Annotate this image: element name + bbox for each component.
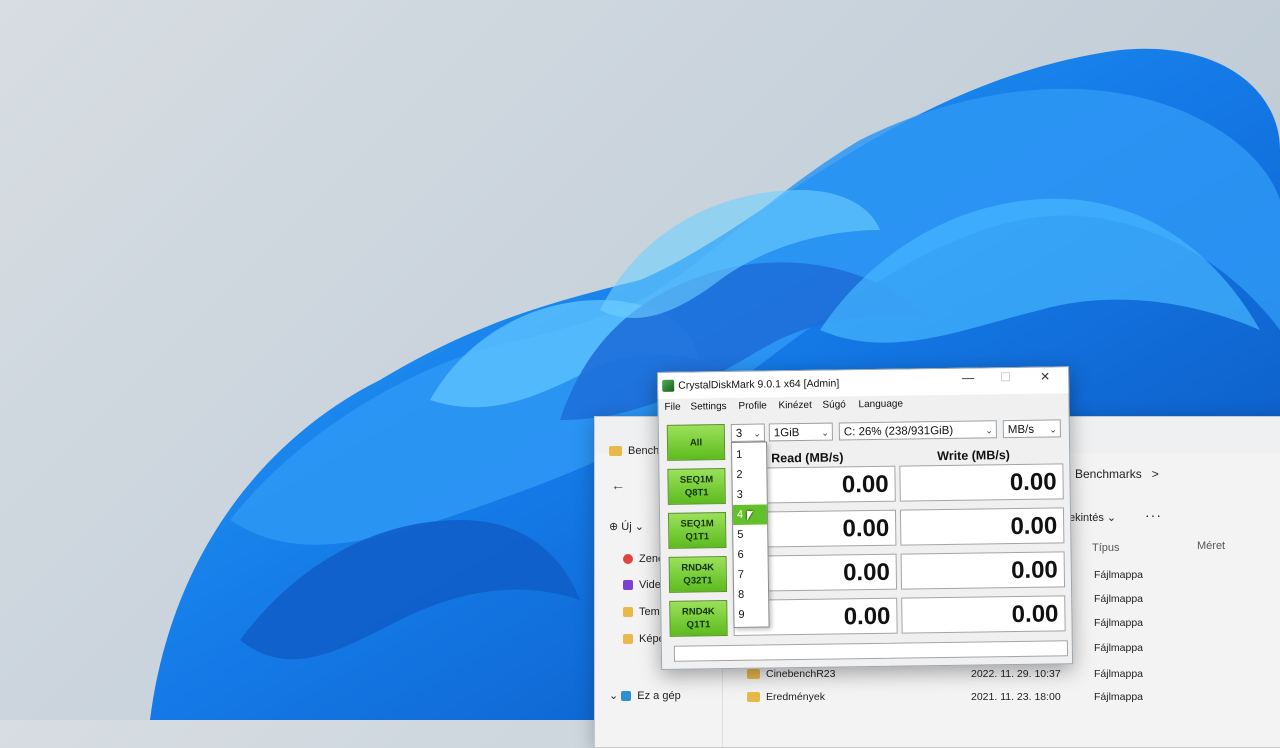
window-title: CrystalDiskMark 9.0.1 x64 [Admin] [678, 377, 840, 392]
test-label-line1: RND4K [681, 562, 715, 574]
drive-value: C: 26% (238/931GiB) [843, 424, 954, 439]
breadcrumb[interactable]: Benchmarks > [1075, 467, 1159, 481]
sidebar-item-this-pc[interactable]: ⌄ Ez a gép [609, 689, 681, 702]
all-button-label: All [689, 436, 703, 449]
write-header: Write (MB/s) [937, 448, 1010, 464]
new-button-label: Új [621, 521, 632, 533]
write-result-rnd4k-q1t1: 0.00 [901, 595, 1066, 634]
type-cell: Fájlmappa [1094, 593, 1144, 605]
new-button[interactable]: ⊕ Új ⌄ [609, 520, 644, 533]
chevron-down-icon: ⌄ [609, 690, 622, 702]
folder-icon [747, 692, 760, 703]
all-button[interactable]: All [666, 424, 726, 461]
type-cell: Fájlmappa [1094, 617, 1144, 629]
table-row[interactable]: Eredmények 2021. 11. 23. 18:00 Fájlmappa [747, 691, 1280, 703]
video-icon [623, 580, 633, 591]
seq1m-q8t1-button[interactable]: SEQ1M Q8T1 [667, 468, 726, 505]
sidebar-item-label: Vide [639, 579, 661, 591]
chevron-down-icon: ⌄ [985, 425, 993, 436]
music-icon [623, 554, 633, 565]
test-label-line1: SEQ1M [680, 518, 714, 530]
chevron-down-icon: ⌄ [821, 427, 829, 438]
unit-select[interactable]: MB/s ⌄ [1002, 419, 1061, 439]
test-label-line1: RND4K [681, 606, 715, 618]
seq1m-q1t1-button[interactable]: SEQ1M Q1T1 [667, 512, 727, 549]
view-button-label: ekintés [1069, 512, 1104, 524]
test-label-line1: SEQ1M [679, 474, 714, 486]
menu-theme[interactable]: Kinézet [778, 400, 812, 411]
unit-value: MB/s [1007, 423, 1035, 437]
test-count-dropdown-list[interactable]: 1 2 3 4 5 6 7 8 9 [730, 441, 770, 628]
folder-icon [747, 669, 760, 680]
test-label-line2: Q32T1 [683, 575, 713, 587]
menu-profile[interactable]: Profile [738, 400, 767, 411]
chevron-down-icon: ⌄ [1049, 424, 1057, 435]
view-button[interactable]: ekintés ⌄ [1069, 511, 1116, 524]
test-size-value: 1GiB [773, 427, 800, 440]
file-type: Fájlmappa [1094, 691, 1144, 703]
column-header-size[interactable]: Méret [1197, 540, 1225, 552]
sidebar-item-label: Ez a gép [637, 690, 681, 702]
sidebar-item-videos[interactable]: Vide [623, 579, 661, 591]
mouse-cursor-icon [747, 511, 753, 521]
file-date: 2021. 11. 23. 18:00 [971, 691, 1061, 703]
write-result-seq1m-q8t1: 0.00 [899, 463, 1064, 502]
dropdown-option[interactable]: 5 [733, 524, 767, 544]
app-icon [662, 379, 675, 392]
sidebar-item-label: Tem [639, 606, 660, 618]
dropdown-option[interactable]: 7 [734, 564, 768, 584]
table-row[interactable]: CinebenchR23 2022. 11. 29. 10:37 Fájlmap… [747, 668, 1280, 680]
comment-field[interactable] [673, 640, 1069, 662]
maximize-icon[interactable]: ☐ [1000, 370, 1011, 384]
menu-settings[interactable]: Settings [690, 401, 726, 413]
pane-divider [722, 667, 723, 747]
sidebar-item-music[interactable]: Zene [623, 553, 664, 565]
test-label-line2: Q1T1 [685, 531, 710, 543]
test-label-line2: Q8T1 [684, 487, 709, 499]
column-header-type[interactable]: Típus [1092, 542, 1120, 554]
file-name: CinebenchR23 [766, 668, 836, 680]
explorer-tab[interactable]: Bench [609, 445, 659, 457]
menu-help[interactable]: Súgó [822, 399, 846, 410]
test-count-value: 3 [735, 427, 743, 440]
back-arrow-icon[interactable]: ← [611, 477, 625, 493]
type-cell: Fájlmappa [1094, 569, 1144, 581]
file-name: Eredmények [766, 691, 825, 703]
computer-icon [621, 691, 632, 702]
dropdown-option[interactable]: 3 [733, 484, 767, 504]
sidebar-item-temp[interactable]: Tem [623, 606, 660, 618]
write-result-seq1m-q1t1: 0.00 [899, 507, 1065, 546]
write-result-rnd4k-q32t1: 0.00 [900, 551, 1066, 590]
more-options-icon[interactable]: ··· [1145, 507, 1162, 523]
explorer-tab-title: Bench [628, 445, 660, 457]
dropdown-option[interactable]: 6 [733, 544, 767, 564]
test-label-line2: Q1T1 [686, 619, 711, 631]
dropdown-option[interactable]: 8 [734, 584, 768, 604]
folder-icon [623, 607, 633, 618]
dropdown-option[interactable]: 9 [734, 604, 768, 624]
rnd4k-q1t1-button[interactable]: RND4K Q1T1 [669, 600, 728, 637]
folder-icon [609, 446, 622, 457]
breadcrumb-chevron-icon: > [1151, 467, 1159, 481]
drive-select[interactable]: C: 26% (238/931GiB) ⌄ [838, 420, 997, 441]
menu-language[interactable]: Language [858, 399, 903, 411]
file-type: Fájlmappa [1094, 668, 1144, 680]
dropdown-option[interactable]: 1 [732, 444, 766, 464]
close-icon[interactable]: ✕ [1040, 370, 1050, 384]
dropdown-option[interactable]: 2 [732, 464, 766, 484]
type-cell: Fájlmappa [1094, 642, 1144, 654]
minimize-icon[interactable]: — [962, 371, 974, 385]
rnd4k-q32t1-button[interactable]: RND4K Q32T1 [668, 556, 728, 593]
crystaldiskmark-window[interactable]: CrystalDiskMark 9.0.1 x64 [Admin] — ☐ ✕ … [657, 366, 1074, 670]
test-size-select[interactable]: 1GiB ⌄ [768, 422, 833, 442]
sidebar-item-pictures[interactable]: Képe [623, 633, 665, 645]
breadcrumb-item[interactable]: Benchmarks [1075, 467, 1142, 481]
menu-file[interactable]: File [664, 402, 680, 413]
chevron-down-icon: ⌄ [753, 428, 761, 439]
file-date: 2022. 11. 29. 10:37 [971, 668, 1061, 680]
read-header: Read (MB/s) [771, 450, 844, 466]
folder-icon [623, 634, 633, 645]
test-count-select[interactable]: 3 ⌄ [730, 423, 765, 442]
